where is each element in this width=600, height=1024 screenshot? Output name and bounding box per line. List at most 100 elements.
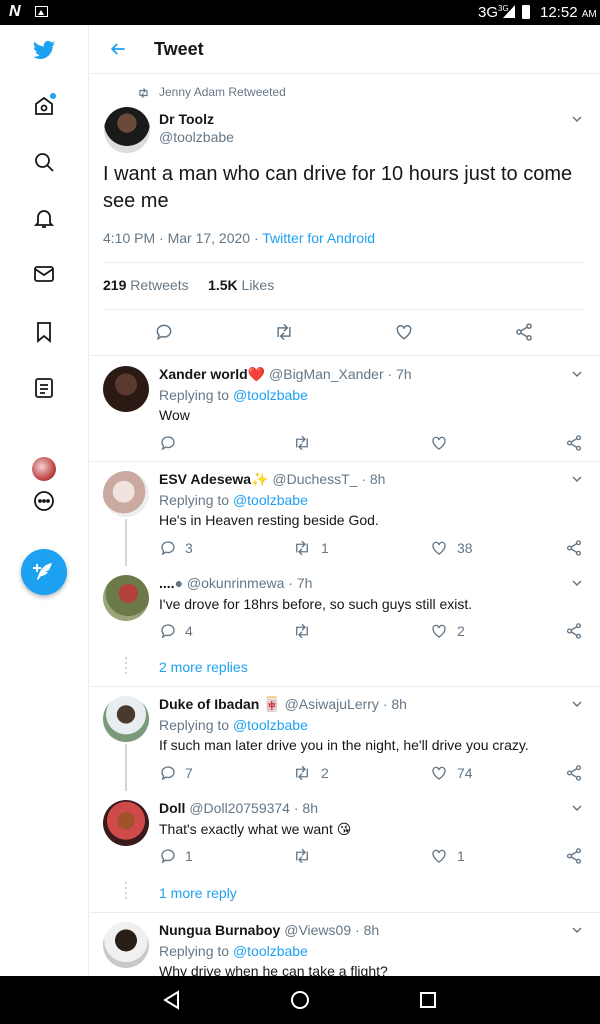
reply-icon[interactable] (159, 764, 177, 782)
chevron-down-icon[interactable] (571, 473, 583, 485)
reply-text: If such man later drive you in the night… (159, 737, 529, 753)
search-icon[interactable] (29, 147, 59, 177)
reply-avatar[interactable] (103, 922, 149, 968)
messages-mail-icon[interactable] (29, 259, 59, 289)
retweet-icon[interactable] (293, 622, 311, 640)
reply-avatar[interactable] (103, 366, 149, 412)
reply-icon[interactable] (159, 539, 177, 557)
tweet-timestamp: 4:10 PM · Mar 17, 2020 · (103, 230, 263, 246)
reply-icon[interactable] (159, 622, 177, 640)
retweet-count: 2 (321, 765, 329, 781)
reply-icon[interactable] (159, 847, 177, 865)
tweet-meta: 4:10 PM · Mar 17, 2020 · Twitter for And… (103, 230, 375, 246)
retweet-icon[interactable] (274, 322, 294, 342)
recents-square-icon[interactable] (416, 988, 440, 1012)
reply-item[interactable]: Xander world❤️ @BigMan_Xander · 7h Reply… (90, 356, 600, 461)
retweet-small-icon (139, 88, 148, 98)
retweet-icon[interactable] (293, 764, 311, 782)
like-heart-icon[interactable] (430, 434, 448, 452)
new-tweets-dot (50, 93, 56, 99)
like-heart-icon[interactable] (394, 322, 414, 342)
reply-icon[interactable] (159, 434, 177, 452)
chevron-down-icon[interactable] (571, 113, 583, 125)
back-triangle-icon[interactable] (160, 988, 184, 1012)
tweet-detail: Tweet Jenny Adam Retweeted Dr Toolz @too… (90, 25, 600, 976)
tweet-stats: 219 Retweets 1.5K Likes (103, 277, 274, 293)
chevron-down-icon[interactable] (571, 802, 583, 814)
reply-item[interactable]: Nungua Burnaboy @Views09 · 8h Replying t… (90, 913, 600, 976)
thread-connector (125, 519, 127, 566)
image-notification-icon (35, 6, 48, 17)
back-arrow-icon[interactable] (108, 39, 128, 59)
n-logo-icon: N (9, 3, 21, 20)
author-avatar[interactable] (104, 107, 150, 153)
share-icon[interactable] (565, 622, 583, 640)
reply-header: Doll @Doll20759374 · 8h (159, 800, 318, 816)
page-title: Tweet (154, 39, 204, 59)
tweet-source-link[interactable]: Twitter for Android (262, 230, 375, 246)
replying-to: Replying to @toolzbabe (159, 387, 308, 403)
reply-avatar[interactable] (103, 471, 149, 517)
reply-header: ....● @okunrinmewa · 7h (159, 575, 313, 591)
reply-count: 7 (185, 765, 193, 781)
replying-to: Replying to @toolzbabe (159, 492, 308, 508)
lists-icon[interactable] (29, 373, 59, 403)
reply-item[interactable]: ....● @okunrinmewa · 7h I've drove for 1… (90, 566, 600, 648)
like-heart-icon[interactable] (430, 622, 448, 640)
reply-item[interactable]: Doll @Doll20759374 · 8h That's exactly w… (90, 791, 600, 873)
home-icon[interactable] (29, 91, 59, 121)
reply-avatar[interactable] (103, 800, 149, 846)
chevron-down-icon[interactable] (571, 924, 583, 936)
like-count: 2 (457, 623, 465, 639)
reply-icon[interactable] (154, 322, 174, 342)
reply-text: Wow (159, 407, 190, 423)
reply-count: 3 (185, 540, 193, 556)
reply-header: Nungua Burnaboy @Views09 · 8h (159, 922, 380, 938)
bookmarks-icon[interactable] (29, 317, 59, 347)
divider (103, 309, 585, 310)
chevron-down-icon[interactable] (571, 698, 583, 710)
replying-to: Replying to @toolzbabe (159, 943, 308, 959)
chevron-down-icon[interactable] (571, 577, 583, 589)
retweets-stat[interactable]: 219 Retweets (103, 277, 189, 293)
chevron-down-icon[interactable] (571, 368, 583, 380)
thread-connector (125, 744, 127, 791)
retweet-icon[interactable] (293, 539, 311, 557)
battery-icon (522, 5, 530, 19)
share-icon[interactable] (565, 847, 583, 865)
reply-text: That's exactly what we want 😘 (159, 821, 352, 837)
author-name[interactable]: Dr Toolz (159, 111, 214, 127)
compose-feather-icon (33, 563, 52, 580)
share-icon[interactable] (514, 322, 534, 342)
reply-item[interactable]: ESV Adesewa✨ @DuchessT_ · 8h Replying to… (90, 462, 600, 565)
system-nav-bar (0, 976, 600, 1024)
notifications-bell-icon[interactable] (29, 203, 59, 233)
share-icon[interactable] (565, 764, 583, 782)
reply-avatar[interactable] (103, 575, 149, 621)
show-more-replies-link[interactable]: 2 more replies (159, 659, 248, 675)
like-count: 38 (457, 540, 473, 556)
author-handle[interactable]: @toolzbabe (159, 129, 234, 145)
share-icon[interactable] (565, 539, 583, 557)
twitter-logo-icon[interactable] (29, 35, 59, 65)
likes-stat[interactable]: 1.5K Likes (208, 277, 274, 293)
profile-avatar[interactable] (32, 457, 56, 481)
home-circle-icon[interactable] (288, 988, 312, 1012)
reply-text: He's in Heaven resting beside God. (159, 512, 379, 528)
reply-text: I've drove for 18hrs before, so such guy… (159, 596, 473, 612)
retweeted-by[interactable]: Jenny Adam Retweeted (159, 85, 286, 99)
retweet-icon[interactable] (293, 847, 311, 865)
clock: 12:52 AM (540, 4, 597, 21)
like-heart-icon[interactable] (430, 847, 448, 865)
reply-avatar[interactable] (103, 696, 149, 742)
reply-header: Xander world❤️ @BigMan_Xander · 7h (159, 366, 412, 382)
share-icon[interactable] (565, 434, 583, 452)
show-more-replies-link[interactable]: 1 more reply (159, 885, 237, 901)
retweet-icon[interactable] (293, 434, 311, 452)
like-heart-icon[interactable] (430, 539, 448, 557)
sidebar-nav (0, 25, 89, 976)
reply-item[interactable]: Duke of Ibadan 🀄 @AsiwajuLerry · 8h Repl… (90, 687, 600, 790)
compose-tweet-button[interactable] (21, 549, 67, 595)
like-heart-icon[interactable] (430, 764, 448, 782)
more-options-icon[interactable] (29, 486, 59, 516)
